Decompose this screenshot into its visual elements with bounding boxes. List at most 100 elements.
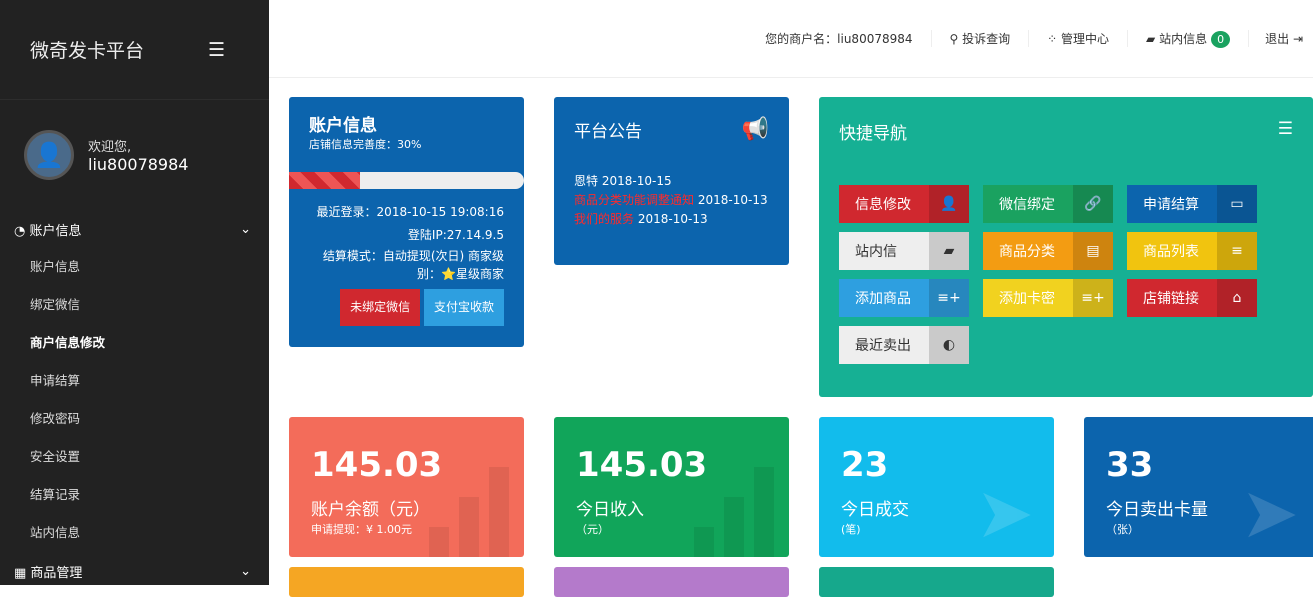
chevron-down-icon: ⌄ <box>240 221 251 237</box>
quick-nav-label: 站内信 <box>855 244 897 260</box>
account-info-card: 账户信息 店铺信息完善度：30% 最近登录：2018-10-15 19:08:1… <box>289 97 524 347</box>
notice-date: 2018-10-13 <box>637 212 708 226</box>
stat-sub: (笔) <box>841 523 861 536</box>
quick-nav-label: 信息修改 <box>855 197 911 213</box>
quick-nav-icon: ▰ <box>929 232 969 270</box>
quick-nav-button[interactable]: 站内信 ▰ <box>839 232 969 270</box>
star-icon: ⭐ <box>441 267 456 281</box>
stat-sub: （张） <box>1106 523 1139 536</box>
quick-nav-button[interactable]: 添加卡密 ≡+ <box>983 279 1113 317</box>
stat-label: 今日卖出卡量 <box>1106 500 1208 520</box>
logout-link[interactable]: 退出 ⇥ <box>1249 30 1313 47</box>
quick-nav-icon: ▭ <box>1217 185 1257 223</box>
stat-card: 145.03 账户余额（元） 申请提现：¥ 1.00元 <box>289 417 524 557</box>
username: liu80078984 <box>88 155 189 174</box>
menu-toggle-icon[interactable]: ☰ <box>208 39 225 61</box>
stat-card: 23 今日成交 (笔) ➤ <box>819 417 1054 557</box>
welcome-text: 欢迎您, <box>88 140 132 155</box>
brand-name: 微奇发卡平台 <box>30 40 145 62</box>
quick-nav-card: 快捷导航 ☰ 信息修改 👤 微信绑定 🔗 申请结算 ▭ 站内信 ▰ 商品分类 ▤ 商品列表 ≡ 添加商品 ≡… <box>819 97 1313 397</box>
notice-date: 2018-10-13 <box>697 193 768 207</box>
stat-card <box>819 567 1054 597</box>
chevron-down-icon: ⌄ <box>240 563 251 579</box>
completeness-progress <box>289 172 524 189</box>
stat-card <box>554 567 789 597</box>
quick-nav-icon: ◐ <box>929 326 969 364</box>
bind-wechat-button[interactable]: 未绑定微信 <box>340 289 421 326</box>
quick-nav-label: 申请结算 <box>1143 197 1199 213</box>
quick-nav-button[interactable]: 最近卖出 ◐ <box>839 326 969 364</box>
stat-value: 145.03 <box>576 445 708 485</box>
quick-nav-label: 商品列表 <box>1143 244 1199 260</box>
brand: 微奇发卡平台 ☰ <box>0 0 269 100</box>
stat-label: 今日成交 <box>841 500 909 520</box>
stat-label: 今日收入 <box>576 500 644 520</box>
merchant-level: 星级商家 <box>455 267 504 281</box>
sidebar-item-records[interactable]: 结算记录 <box>0 476 269 514</box>
sidebar-item-password[interactable]: 修改密码 <box>0 400 269 438</box>
quick-nav-button[interactable]: 商品分类 ▤ <box>983 232 1113 270</box>
messages-link[interactable]: ▰ 站内信息 0 <box>1128 30 1250 48</box>
quick-nav-button[interactable]: 微信绑定 🔗 <box>983 185 1113 223</box>
list-icon: ☰ <box>1277 119 1293 139</box>
notice-title: 我们的服务 <box>574 212 635 226</box>
sidebar-item-edit-info[interactable]: 商户信息修改 <box>0 324 269 362</box>
quick-nav-icon: 👤 <box>929 185 969 223</box>
notice-title: 恩特 <box>574 174 599 188</box>
stat-value: 33 <box>1106 445 1154 485</box>
quick-nav-icon: ⌂ <box>1217 279 1257 317</box>
notice-title: 商品分类功能调整通知 <box>574 193 695 207</box>
notice-card: 平台公告 📢 恩特 2018-10-15 商品分类功能调整通知 2018-10-13… <box>554 97 789 265</box>
stat-sub: 申请提现：¥ 1.00元 <box>311 523 412 536</box>
sidebar: 微奇发卡平台 ☰ 👤 欢迎您, liu80078984 ◔ 账户信息 ⌄ 账户信息 绑… <box>0 0 269 585</box>
stat-value: 145.03 <box>311 445 443 485</box>
comments-icon: ▰ <box>1146 32 1160 46</box>
sidebar-item-security[interactable]: 安全设置 <box>0 438 269 476</box>
paper-plane-icon: ➤ <box>975 472 1034 554</box>
quick-nav-label: 店铺链接 <box>1143 291 1199 307</box>
stat-card: 145.03 今日收入 （元） <box>554 417 789 557</box>
bullhorn-icon: 📢 <box>741 117 769 142</box>
avatar: 👤 <box>24 130 74 180</box>
complaint-link[interactable]: ⚲ 投诉查询 <box>932 30 1030 47</box>
quick-nav-button[interactable]: 商品列表 ≡ <box>1127 232 1257 270</box>
quick-nav-label: 微信绑定 <box>999 197 1055 213</box>
messages-label: 站内信息 <box>1159 32 1208 46</box>
quick-nav-button[interactable]: 信息修改 👤 <box>839 185 969 223</box>
quick-nav-button[interactable]: 添加商品 ≡+ <box>839 279 969 317</box>
sidebar-group-products[interactable]: ▦ 商品管理 ⌄ <box>0 552 269 590</box>
sidebar-item-account[interactable]: 账户信息 <box>0 248 269 286</box>
group-label: 账户信息 <box>29 223 82 239</box>
notice-item[interactable]: 商品分类功能调整通知 2018-10-13 <box>574 191 769 210</box>
merchant-name: 您的商户名：liu80078984 <box>747 30 932 47</box>
logout-label: 退出 <box>1265 32 1290 46</box>
completeness-text: 店铺信息完善度：30% <box>309 138 422 151</box>
card-title: 平台公告 <box>574 122 642 142</box>
quick-nav-icon: ≡+ <box>929 279 969 317</box>
quick-nav-label: 添加商品 <box>855 291 911 307</box>
admin-link[interactable]: ⁘ 管理中心 <box>1029 30 1129 47</box>
quick-nav-icon: ≡+ <box>1073 279 1113 317</box>
notice-item[interactable]: 我们的服务 2018-10-13 <box>574 210 769 229</box>
logout-icon: ⇥ <box>1292 32 1303 46</box>
quick-nav-button[interactable]: 店铺链接 ⌂ <box>1127 279 1257 317</box>
stat-card: 33 今日卖出卡量 （张） ➤ <box>1084 417 1313 557</box>
stat-value: 23 <box>841 445 889 485</box>
sidebar-item-settlement[interactable]: 申请结算 <box>0 362 269 400</box>
sidebar-item-messages[interactable]: 站内信息 <box>0 514 269 552</box>
stat-card <box>289 567 524 597</box>
sidebar-group-account[interactable]: ◔ 账户信息 ⌄ <box>0 210 269 248</box>
quick-nav-button[interactable]: 申请结算 ▭ <box>1127 185 1257 223</box>
paper-plane-icon: ➤ <box>1240 472 1299 554</box>
quick-nav-label: 商品分类 <box>999 244 1055 260</box>
sidebar-item-wechat[interactable]: 绑定微信 <box>0 286 269 324</box>
group-label: 商品管理 <box>30 565 83 581</box>
top-bar: 您的商户名：liu80078984 ⚲ 投诉查询 ⁘ 管理中心 ▰ 站内信息 0 … <box>269 0 1313 78</box>
notice-item[interactable]: 恩特 2018-10-15 <box>574 172 769 191</box>
stat-label: 账户余额（元） <box>311 500 430 520</box>
complaint-label: 投诉查询 <box>962 32 1011 46</box>
alipay-button[interactable]: 支付宝收款 <box>423 289 504 326</box>
quick-nav-label: 最近卖出 <box>855 338 911 354</box>
quick-nav-icon: ▤ <box>1073 232 1113 270</box>
quick-nav-icon: 🔗 <box>1073 185 1113 223</box>
